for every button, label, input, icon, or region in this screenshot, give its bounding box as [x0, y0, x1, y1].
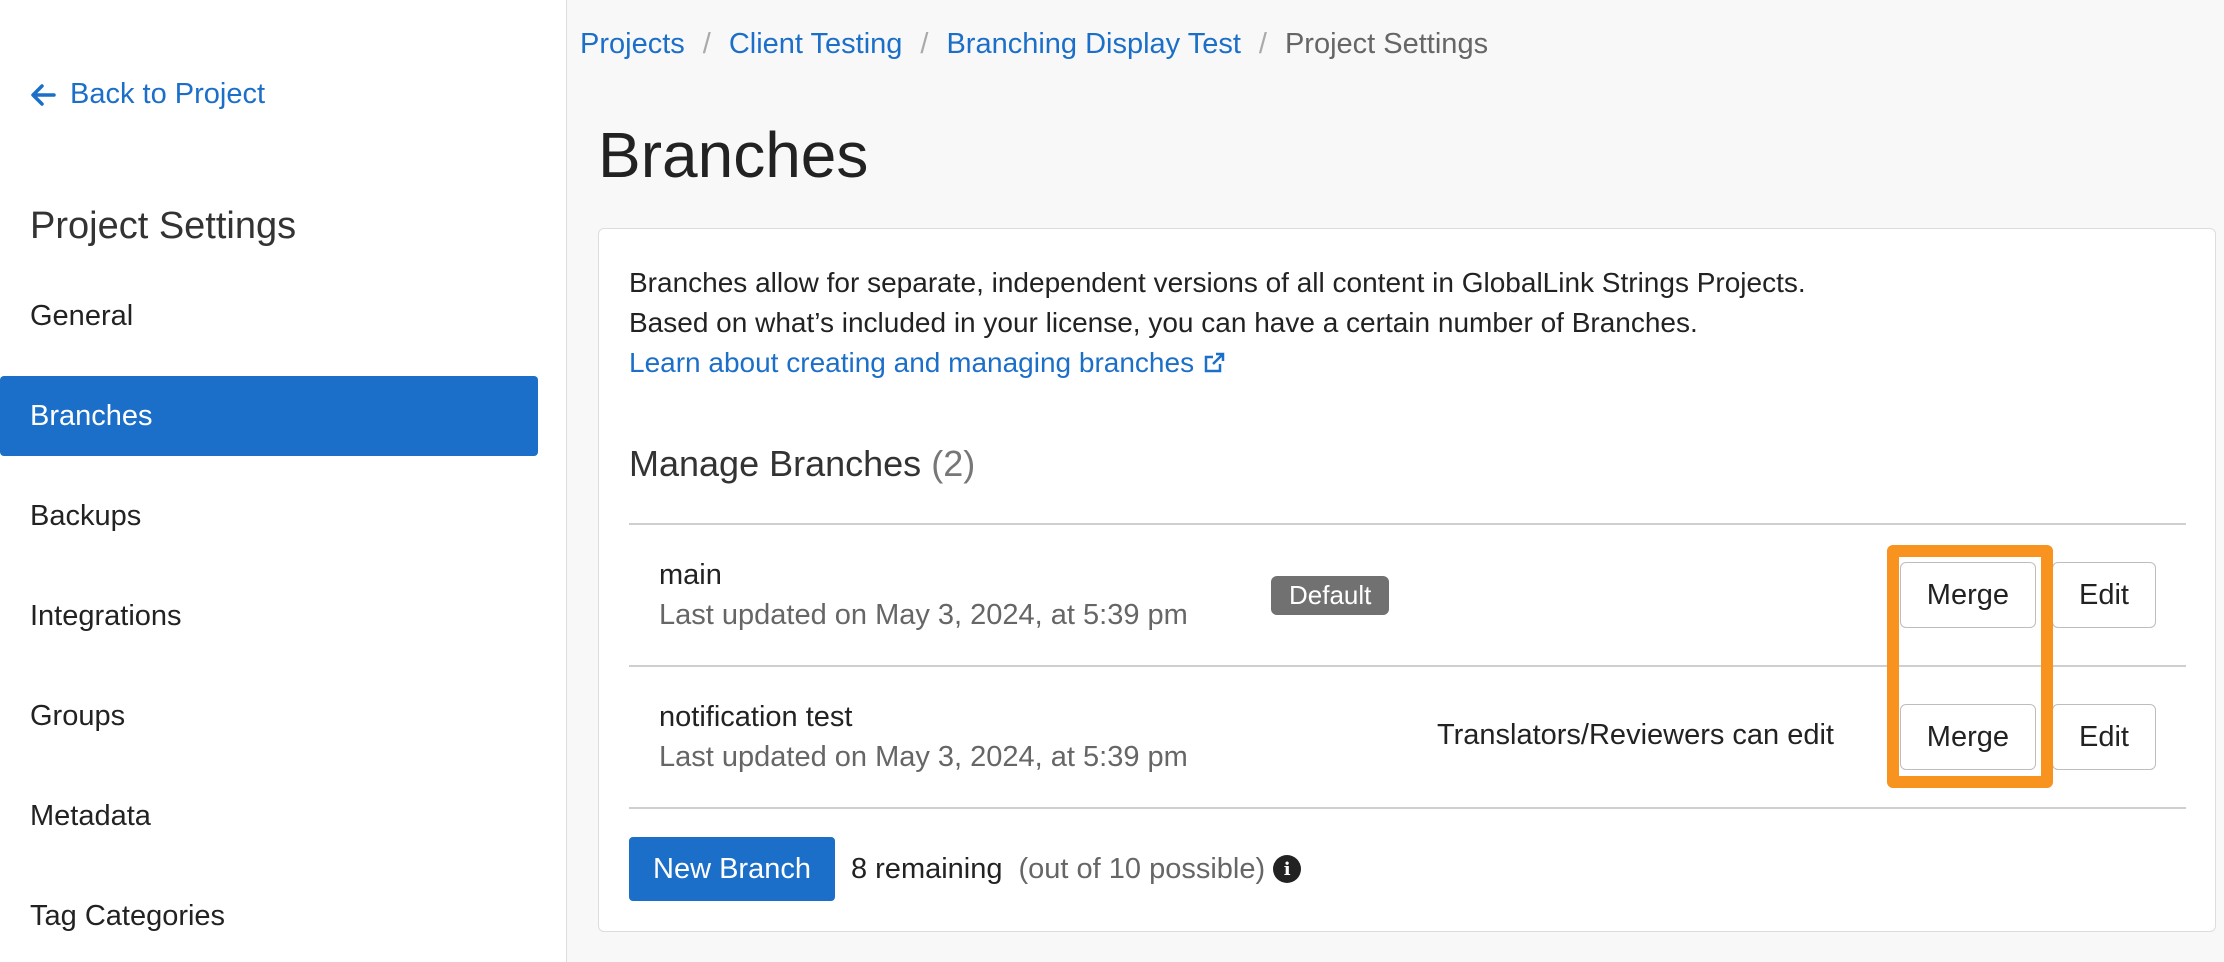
- new-branch-button[interactable]: New Branch: [629, 837, 835, 901]
- sidebar-item-branches[interactable]: Branches: [0, 376, 538, 456]
- back-to-project-link[interactable]: Back to Project: [30, 78, 265, 111]
- breadcrumb-client-testing[interactable]: Client Testing: [729, 28, 903, 61]
- breadcrumb-separator: /: [702, 28, 711, 60]
- manage-branches-title: Manage Branches: [629, 443, 922, 484]
- merge-button-main[interactable]: Merge: [1899, 562, 2036, 628]
- default-badge: Default: [1271, 576, 1390, 615]
- branch-name: notification test: [659, 701, 853, 733]
- sidebar-item-label: Tag Categories: [30, 899, 226, 932]
- branch-row-notification-test: notification test Last updated on May 3,…: [629, 667, 2186, 809]
- edit-button-main[interactable]: Edit: [2052, 562, 2156, 628]
- sidebar-item-groups[interactable]: Groups: [0, 676, 538, 756]
- branch-updated: Last updated on May 3, 2024, at 5:39 pm: [659, 599, 1188, 631]
- breadcrumb-branching-display-test[interactable]: Branching Display Test: [946, 28, 1240, 61]
- branch-list: main Last updated on May 3, 2024, at 5:3…: [629, 523, 2186, 809]
- branch-footer: New Branch 8 remaining (out of 10 possib…: [629, 837, 1302, 901]
- edit-button-notification-test[interactable]: Edit: [2052, 704, 2156, 770]
- sidebar-item-backups[interactable]: Backups: [0, 476, 538, 556]
- sidebar-item-tag-categories[interactable]: Tag Categories: [0, 876, 538, 956]
- sidebar-item-label: Groups: [30, 699, 126, 732]
- sidebar-item-label: Backups: [30, 499, 142, 532]
- branch-name: main: [659, 559, 722, 591]
- page-title: Branches: [598, 119, 869, 191]
- sidebar: Back to Project Project Settings General…: [0, 0, 567, 962]
- intro-line-2: Based on what’s included in your license…: [629, 307, 1698, 338]
- sidebar-item-integrations[interactable]: Integrations: [0, 576, 538, 656]
- breadcrumb-current: Project Settings: [1284, 28, 1489, 60]
- intro-text: Branches allow for separate, independent…: [629, 263, 1806, 383]
- sidebar-item-label: Metadata: [30, 799, 151, 832]
- breadcrumb: Projects / Client Testing / Branching Di…: [580, 28, 1488, 61]
- external-link-icon: [1204, 352, 1225, 373]
- info-circle-icon[interactable]: i: [1273, 855, 1302, 883]
- merge-button-notification-test[interactable]: Merge: [1899, 704, 2036, 770]
- sidebar-item-label: Integrations: [30, 599, 182, 632]
- breadcrumb-separator: /: [1258, 28, 1267, 60]
- branch-updated: Last updated on May 3, 2024, at 5:39 pm: [659, 741, 1188, 773]
- learn-branches-label: Learn about creating and managing branch…: [629, 347, 1195, 378]
- sidebar-item-label: General: [30, 299, 134, 332]
- sidebar-item-metadata[interactable]: Metadata: [0, 776, 538, 856]
- manage-branches-heading: Manage Branches (2): [629, 443, 975, 485]
- back-to-project-label: Back to Project: [70, 78, 266, 110]
- breadcrumb-separator: /: [920, 28, 929, 60]
- manage-branches-count: (2): [931, 443, 976, 484]
- branch-row-main: main Last updated on May 3, 2024, at 5:3…: [629, 525, 2186, 667]
- learn-branches-link[interactable]: Learn about creating and managing branch…: [629, 343, 1226, 383]
- app-root: Back to Project Project Settings General…: [0, 0, 2224, 962]
- sidebar-title: Project Settings: [30, 205, 297, 247]
- breadcrumb-projects[interactable]: Projects: [580, 28, 685, 61]
- branch-permission: Translators/Reviewers can edit: [1436, 719, 1834, 751]
- sidebar-item-general[interactable]: General: [0, 276, 538, 356]
- arrow-left-icon: [31, 83, 56, 106]
- sidebar-item-label: Branches: [30, 399, 153, 432]
- branches-remaining: 8 remaining: [850, 852, 1003, 885]
- sidebar-nav: General Branches Backups Integrations Gr…: [0, 276, 538, 962]
- branches-panel: Branches allow for separate, independent…: [598, 228, 2216, 932]
- intro-line-1: Branches allow for separate, independent…: [629, 267, 1806, 298]
- branches-possible: (out of 10 possible): [1018, 852, 1266, 885]
